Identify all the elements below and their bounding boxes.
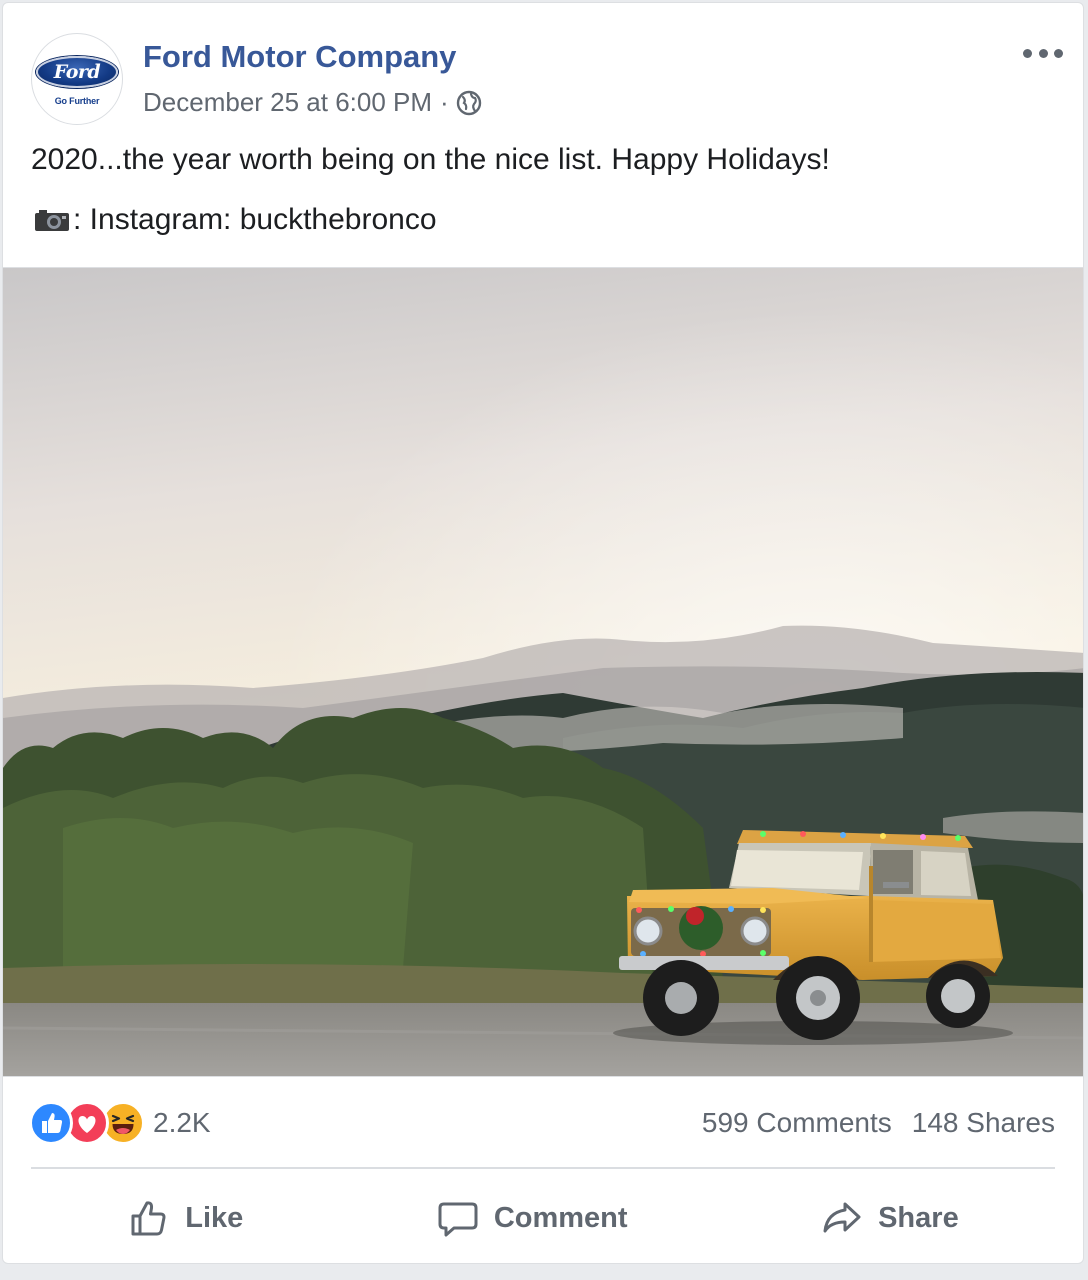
post-photo[interactable]	[3, 267, 1083, 1077]
share-arrow-icon	[823, 1202, 861, 1233]
like-reaction-icon	[29, 1101, 73, 1145]
like-button[interactable]: Like	[87, 1188, 283, 1248]
like-label: Like	[185, 1201, 244, 1234]
engagement-stats: 599 Comments 148 Shares	[702, 1107, 1055, 1139]
photo-credit-text: : Instagram: buckthebronco	[73, 203, 437, 236]
post-meta: December 25 at 6:00 PM ·	[143, 87, 483, 118]
shares-count[interactable]: 148 Shares	[912, 1107, 1055, 1139]
globe-icon[interactable]	[455, 89, 483, 117]
action-bar: Like Comment Share	[31, 1183, 1055, 1253]
action-divider	[31, 1167, 1055, 1169]
page-avatar[interactable]: Ford Go Further	[31, 33, 123, 125]
thumbs-up-icon	[131, 1201, 166, 1236]
comment-label: Comment	[493, 1201, 628, 1234]
reactions-summary[interactable]: 2.2K	[29, 1101, 211, 1145]
share-label: Share	[878, 1201, 959, 1234]
share-button[interactable]: Share	[780, 1188, 999, 1248]
reaction-count[interactable]: 2.2K	[153, 1107, 211, 1139]
post-card: Ford Go Further Ford Motor Company Decem…	[2, 2, 1084, 1264]
ford-tagline: Go Further	[54, 96, 100, 106]
camera-icon	[35, 210, 69, 231]
comment-button[interactable]: Comment	[396, 1188, 668, 1248]
meta-separator: ·	[440, 87, 449, 117]
comments-count[interactable]: 599 Comments	[702, 1107, 892, 1139]
post-timestamp[interactable]: December 25 at 6:00 PM	[143, 87, 432, 118]
post-text: 2020...the year worth being on the nice …	[31, 143, 830, 176]
more-options-icon[interactable]	[1023, 43, 1063, 63]
page-name-link[interactable]: Ford Motor Company	[143, 39, 456, 75]
ford-logo-text: Ford	[53, 61, 101, 83]
ford-logo: Ford	[36, 56, 118, 88]
comment-bubble-icon	[438, 1202, 478, 1237]
photo-credit: : Instagram: buckthebronco	[33, 203, 437, 237]
